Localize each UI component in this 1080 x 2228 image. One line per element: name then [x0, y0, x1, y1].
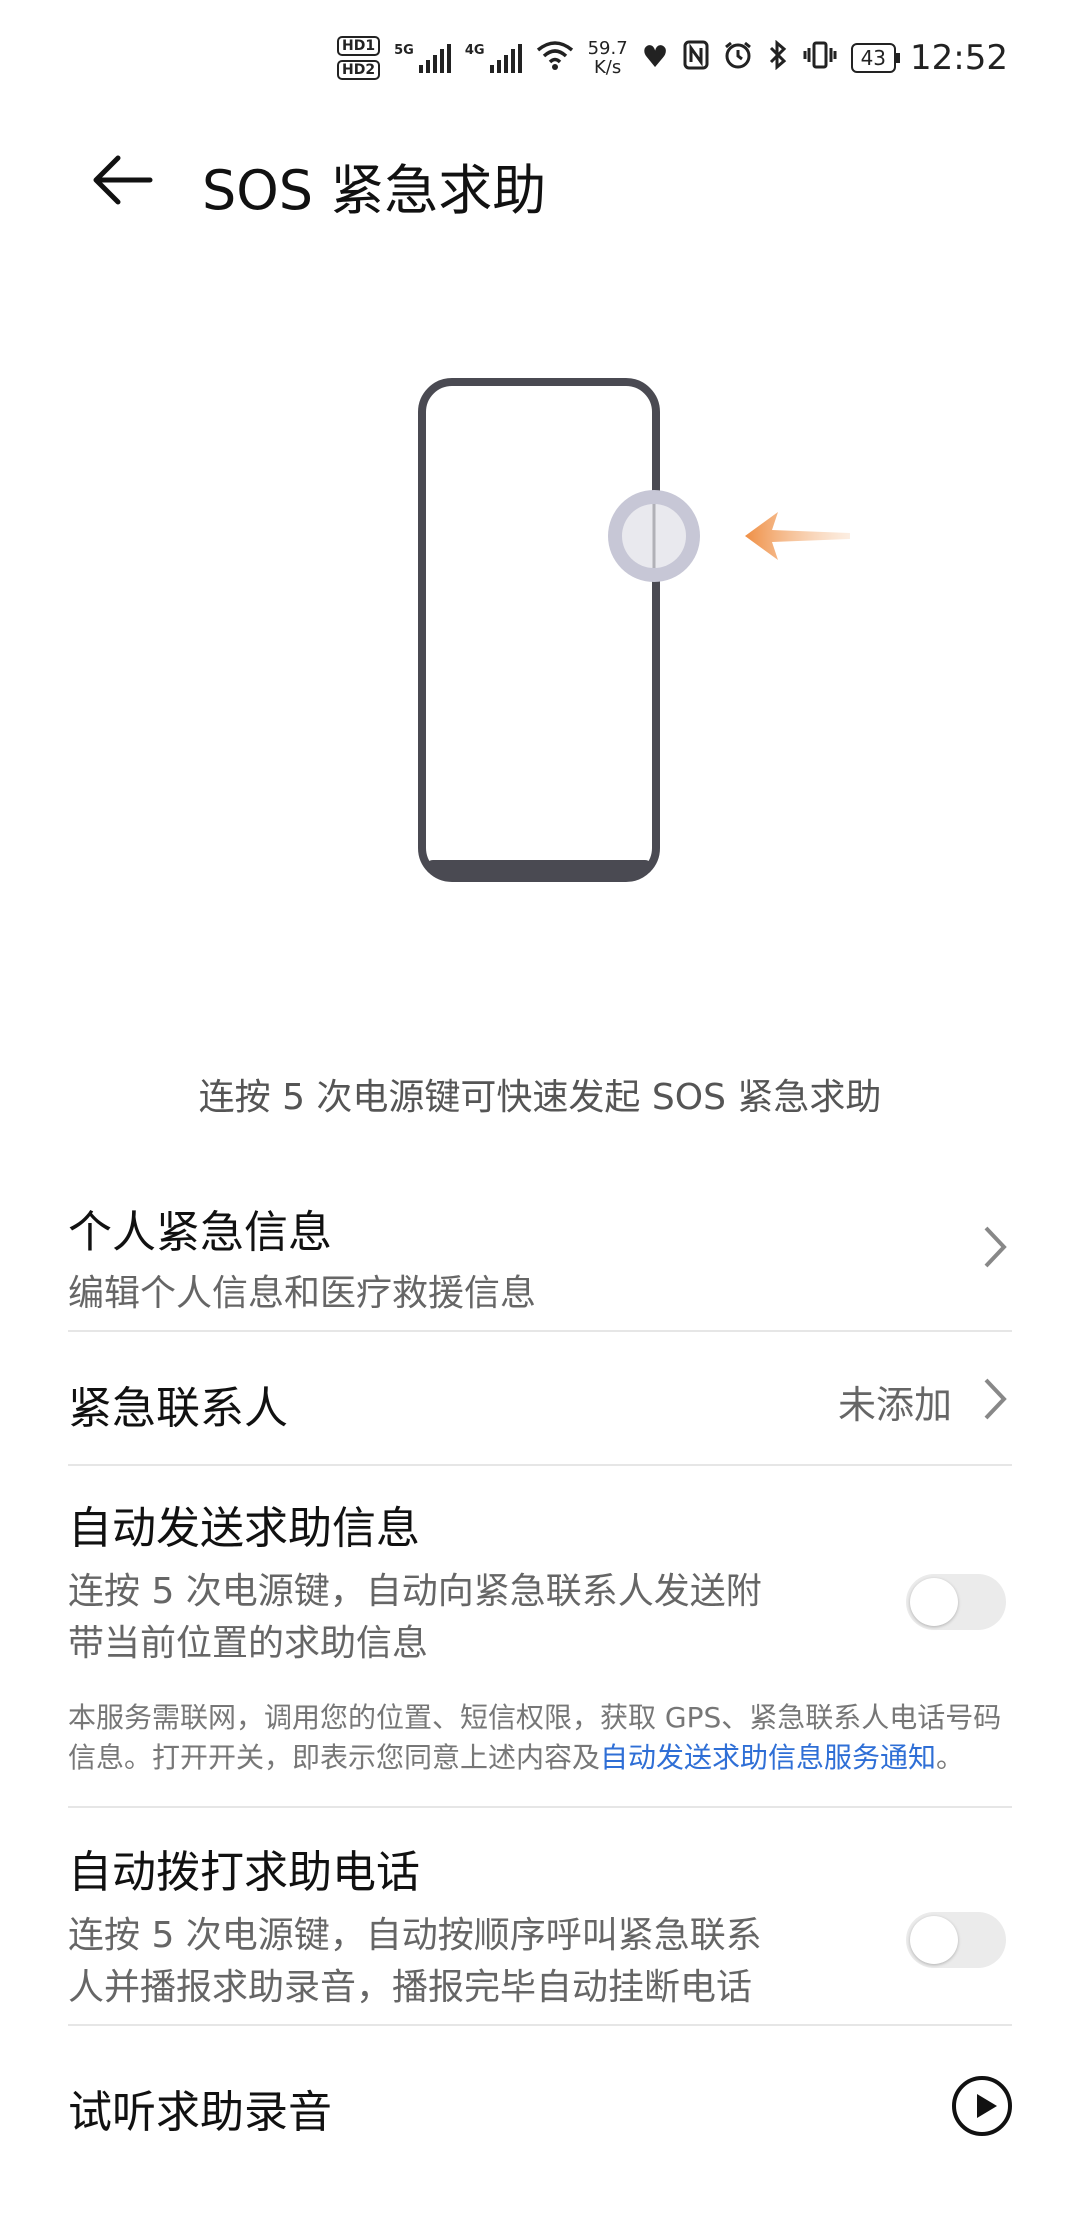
back-button[interactable]: [88, 150, 158, 210]
title-bar: SOS 紧急求助: [0, 120, 1080, 240]
sos-hint-text: 连按 5 次电源键可快速发起 SOS 紧急求助: [198, 1077, 882, 1118]
auto-call-subtitle: 连按 5 次电源键，自动按顺序呼叫紧急联系 人并播报求助录音，播报完毕自动挂断电…: [68, 1915, 762, 2008]
vibrate-icon: [803, 40, 837, 76]
service-notice-link[interactable]: 自动发送求助信息服务通知: [600, 1741, 936, 1774]
alarm-icon: [723, 40, 753, 76]
auto-message-item: 自动发送求助信息 连按 5 次电源键，自动向紧急联系人发送附 带当前位置的求助信…: [68, 1466, 1012, 1806]
auto-call-toggle[interactable]: [906, 1912, 1006, 1968]
battery-icon: 43: [850, 43, 901, 73]
press-arrow-icon: [745, 512, 850, 560]
bluetooth-icon: [767, 39, 789, 76]
nfc-icon: [683, 40, 709, 76]
toggle-knob: [910, 1578, 958, 1626]
clock: 12:52: [910, 38, 1008, 78]
auto-message-subtitle: 连按 5 次电源键，自动向紧急联系人发送附 带当前位置的求助信息: [68, 1571, 762, 1664]
preview-recording-title: 试听求助录音: [68, 2087, 332, 2138]
back-arrow-icon: [93, 155, 153, 205]
personal-info-title: 个人紧急信息: [68, 1207, 332, 1258]
auto-call-title: 自动拨打求助电话: [68, 1847, 420, 1898]
chevron-right-icon: [982, 1376, 1008, 1434]
auto-message-toggle[interactable]: [906, 1574, 1006, 1630]
signal-5g-icon: 5G: [394, 43, 451, 73]
auto-call-item: 自动拨打求助电话 连按 5 次电源键，自动按顺序呼叫紧急联系 人并播报求助录音，…: [68, 1808, 1012, 2024]
personal-info-item[interactable]: 个人紧急信息 编辑个人信息和医疗救援信息: [68, 1190, 1012, 1330]
health-icon: ♥: [641, 40, 669, 75]
emergency-contacts-value: 未添加: [837, 1383, 952, 1427]
chevron-right-icon: [982, 1224, 1008, 1282]
hd-indicator: HD1 HD2: [337, 36, 381, 80]
page-title: SOS 紧急求助: [202, 159, 547, 222]
auto-message-notice: 本服务需联网，调用您的位置、短信权限，获取 GPS、紧急联系人电话号码 信息。打…: [68, 1701, 1002, 1774]
personal-info-subtitle: 编辑个人信息和医疗救援信息: [68, 1273, 537, 1314]
signal-4g-icon: 4G: [465, 43, 522, 73]
auto-message-title: 自动发送求助信息: [68, 1503, 420, 1554]
emergency-contacts-item[interactable]: 紧急联系人 未添加: [68, 1332, 1012, 1464]
wifi-icon: [536, 40, 574, 76]
power-button-illustration: [0, 370, 1080, 890]
phone-bottom-edge: [426, 860, 652, 874]
network-speed: 59.7 K/s: [587, 38, 628, 78]
play-icon[interactable]: [952, 2076, 1012, 2136]
hd2-icon: HD2: [337, 60, 381, 80]
status-bar: HD1 HD2 5G 4G 59.7 K/s ♥ 43 12:52: [0, 0, 1080, 120]
hd1-icon: HD1: [337, 36, 381, 56]
toggle-knob: [910, 1916, 958, 1964]
preview-recording-item[interactable]: 试听求助录音: [68, 2026, 1012, 2176]
phone-outline: [418, 378, 660, 882]
